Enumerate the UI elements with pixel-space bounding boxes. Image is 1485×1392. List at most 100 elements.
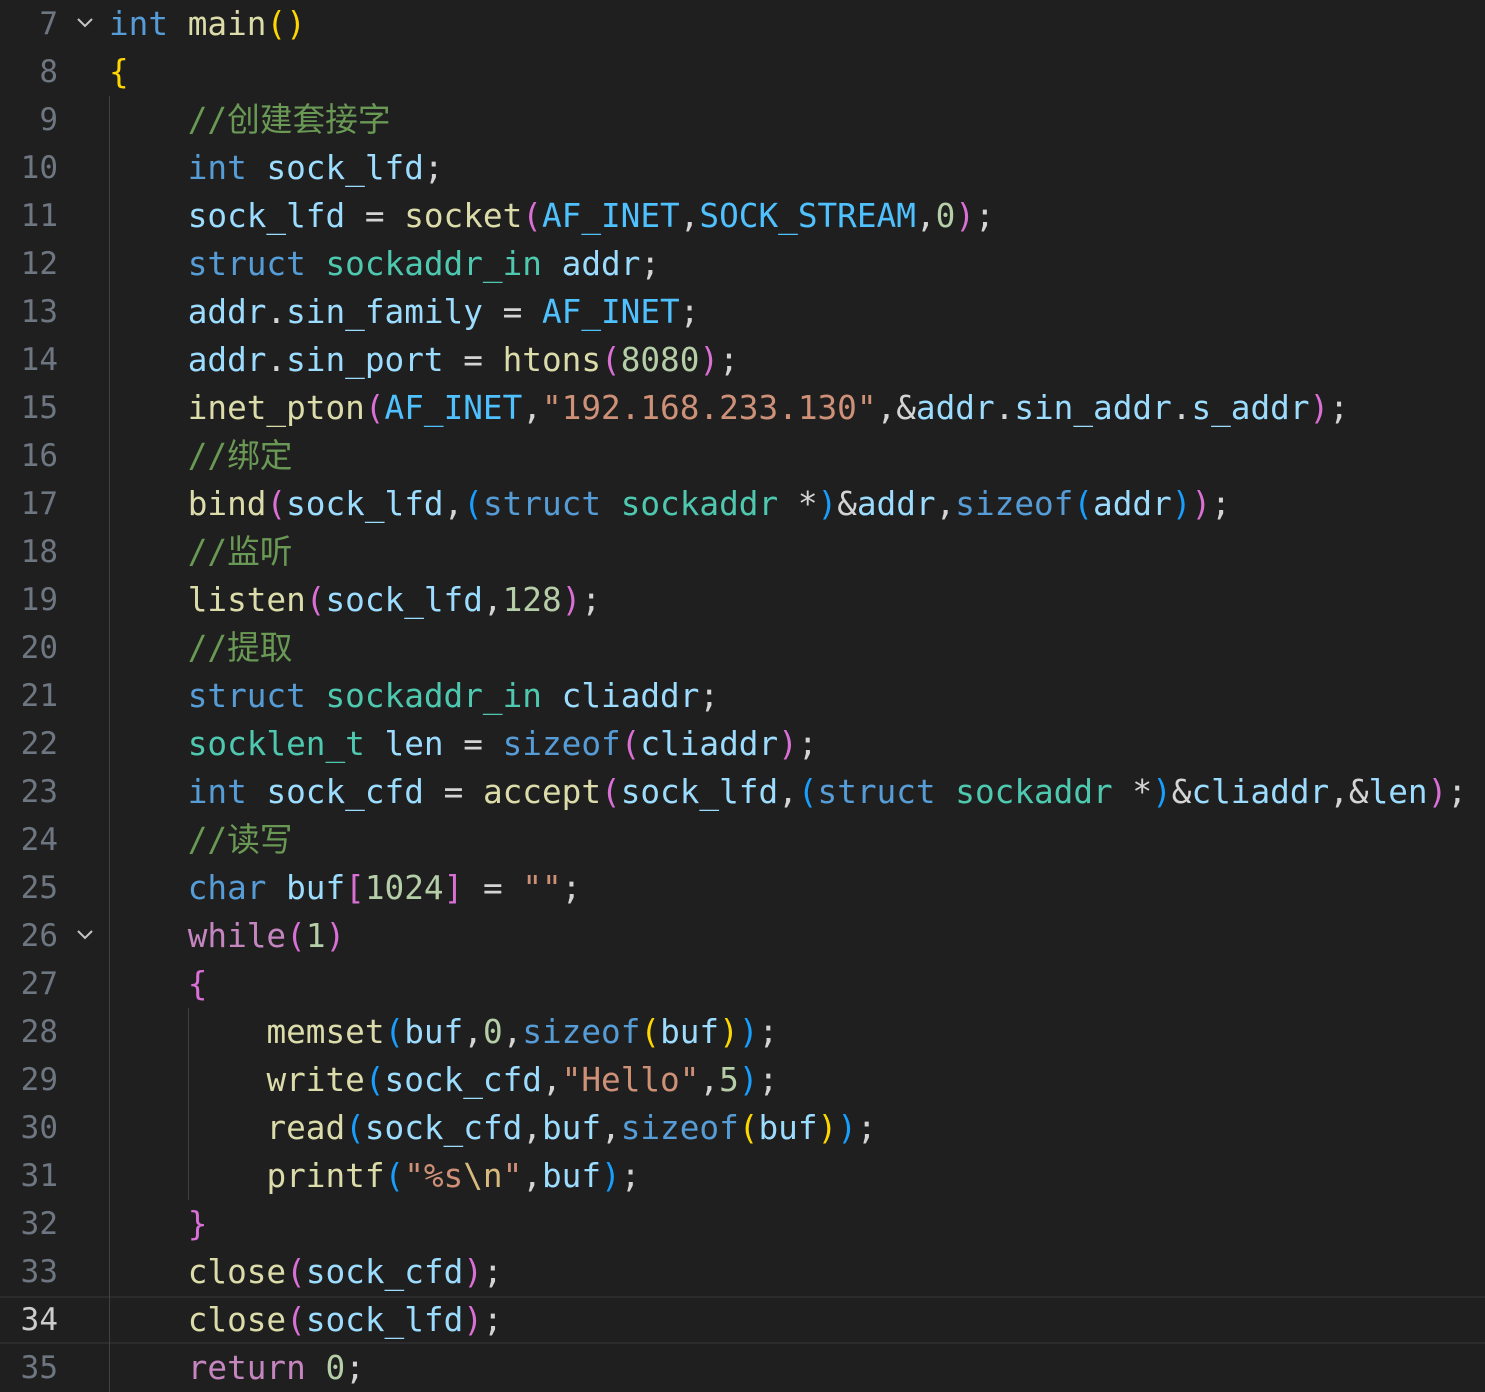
code-text: //创建套接字 [109,96,391,144]
code-token: buf [660,1013,720,1051]
code-token: addr [187,293,267,331]
line-number: 10 [20,150,58,186]
code-line[interactable]: 28 memset(buf,0,sizeof(buf)); [0,1008,1485,1056]
code-token: = [423,773,483,811]
code-token: "%s [404,1157,464,1195]
code-token: ( [305,581,326,619]
code-token: buf [758,1109,818,1147]
code-line[interactable]: 16 //绑定 [0,432,1485,480]
code-line[interactable]: 22 socklen_t len = sizeof(cliaddr); [0,720,1485,768]
code-token: ) [325,917,346,955]
code-token: addr [1093,485,1172,523]
code-token: [ [345,869,365,907]
code-token: sizeof [620,1109,739,1147]
code-token: , [935,485,956,523]
code-line[interactable]: 8{ [0,48,1485,96]
code-token: ; [482,1253,503,1291]
code-text: close(sock_cfd); [109,1248,503,1296]
code-token: = [443,341,503,379]
fold-chevron-icon[interactable] [76,928,94,942]
line-number: 30 [20,1110,58,1146]
code-line[interactable]: 32 } [0,1200,1485,1248]
code-line[interactable]: 31 printf("%s\n",buf); [0,1152,1485,1200]
code-editor[interactable]: 7 int main() 8{9 //创建套接字 10 int sock_lfd; 11… [0,0,1485,1392]
code-token: ; [482,1301,503,1339]
code-token: buf [286,869,346,907]
code-token: . [266,341,287,379]
code-token: sizeof [502,725,621,763]
code-token: ( [384,1157,405,1195]
code-line[interactable]: 29 write(sock_cfd,"Hello",5); [0,1056,1485,1104]
code-line[interactable]: 14 addr.sin_port = htons(8080); [0,336,1485,384]
code-token: . [266,293,287,331]
code-line[interactable]: 30 read(sock_cfd,buf,sizeof(buf)); [0,1104,1485,1152]
code-token: int [109,5,169,43]
code-text: read(sock_cfd,buf,sizeof(buf)); [109,1104,876,1152]
code-line[interactable]: 23 int sock_cfd = accept(sock_lfd,(struc… [0,768,1485,816]
code-line[interactable]: 27 { [0,960,1485,1008]
fold-chevron-icon[interactable] [76,16,94,30]
code-line[interactable]: 34 close(sock_lfd); [0,1296,1485,1344]
code-line[interactable]: 35 return 0; [0,1344,1485,1392]
code-token: AF_INET [541,197,680,235]
line-number: 8 [39,54,58,90]
code-line[interactable]: 24 //读写 [0,816,1485,864]
code-token: & [1171,773,1192,811]
code-line[interactable]: 11 sock_lfd = socket(AF_INET,SOCK_STREAM… [0,192,1485,240]
code-token: socklen_t [187,725,365,763]
code-line[interactable]: 17 bind(sock_lfd,(struct sockaddr *)&add… [0,480,1485,528]
code-token: int [187,773,247,811]
code-token: ; [561,869,582,907]
code-line[interactable]: 10 int sock_lfd; [0,144,1485,192]
code-token: sockaddr [955,773,1113,811]
line-number: 12 [20,246,58,282]
code-token: * [778,485,818,523]
code-token: ) [817,1109,838,1147]
code-line[interactable]: 7 int main() [0,0,1485,48]
code-line[interactable]: 15 inet_pton(AF_INET,"192.168.233.130",&… [0,384,1485,432]
code-token: , [522,1109,542,1147]
code-line[interactable]: 20 //提取 [0,624,1485,672]
line-number: 33 [20,1254,58,1290]
line-number: 29 [20,1062,58,1098]
code-token: ( [522,197,542,235]
code-line[interactable]: 21 struct sockaddr_in cliaddr; [0,672,1485,720]
code-token: //监听 [187,533,293,571]
code-line[interactable]: 26 while(1) [0,912,1485,960]
code-token: accept [482,773,602,811]
code-token: ; [1329,389,1349,427]
code-token: ) [601,1157,621,1195]
code-token: ( [345,1109,365,1147]
code-token: //读写 [187,821,293,859]
code-token: struct [482,485,602,523]
code-line[interactable]: 12 struct sockaddr_in addr; [0,240,1485,288]
code-token: , [699,1061,720,1099]
code-line[interactable]: 9 //创建套接字 [0,96,1485,144]
code-token: ] [443,869,464,907]
code-token: \n [463,1157,503,1195]
code-token: ) [1427,773,1448,811]
code-text: struct sockaddr_in cliaddr; [109,672,719,720]
code-token: . [994,389,1015,427]
code-token: ; [620,1157,641,1195]
code-token: "192.168.233.130" [541,389,877,427]
code-token: ; [1211,485,1231,523]
code-line[interactable]: 25 char buf[1024] = ""; [0,864,1485,912]
code-line[interactable]: 18 //监听 [0,528,1485,576]
code-line[interactable]: 13 addr.sin_family = AF_INET; [0,288,1485,336]
code-token: ( [797,773,818,811]
code-line[interactable]: 19 listen(sock_lfd,128); [0,576,1485,624]
line-number: 17 [20,486,58,522]
code-text: sock_lfd = socket(AF_INET,SOCK_STREAM,0)… [109,192,995,240]
code-line[interactable]: 33 close(sock_cfd); [0,1248,1485,1296]
line-number: 26 [20,918,58,954]
